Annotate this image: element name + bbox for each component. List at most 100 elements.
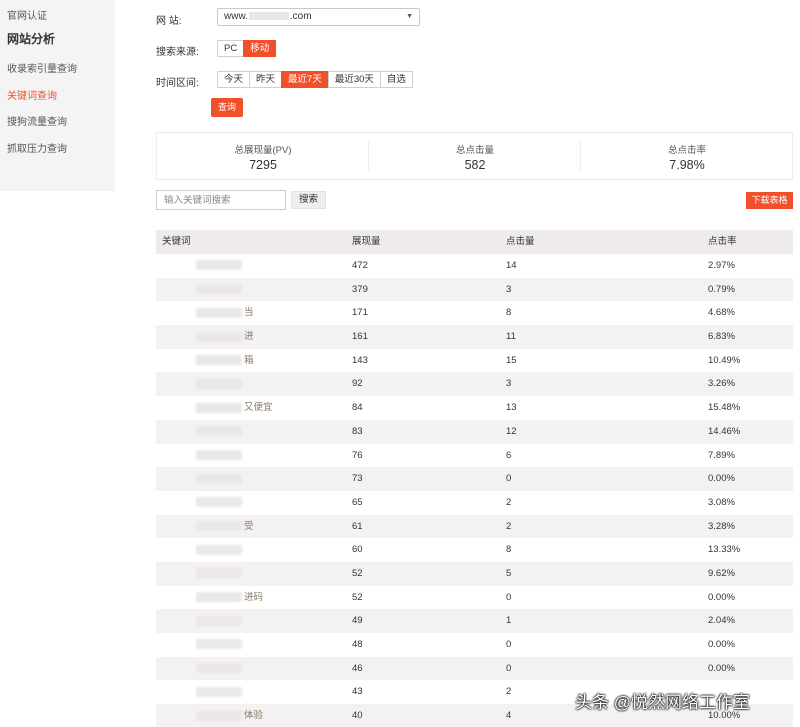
clicks-cell: 6 xyxy=(506,449,512,461)
stat-ctr-value: 7.98% xyxy=(669,158,705,172)
ctr-cell: 15.48% xyxy=(708,402,741,414)
keyword-cell[interactable]: 体验 xyxy=(196,704,263,727)
impressions-cell: 161 xyxy=(352,331,368,343)
keyword-redacted xyxy=(196,521,242,532)
impressions-cell: 46 xyxy=(352,662,363,674)
impressions-cell: 52 xyxy=(352,591,363,603)
keyword-redacted xyxy=(196,449,242,460)
clicks-cell: 2 xyxy=(506,520,512,532)
time-range-option-4[interactable]: 自选 xyxy=(379,71,413,88)
keyword-cell[interactable]: 受 xyxy=(196,515,254,539)
sidebar-item-crawl-pressure[interactable]: 抓取压力查询 xyxy=(7,140,67,155)
header-keyword[interactable]: 关键词 xyxy=(162,230,191,254)
keyword-cell[interactable] xyxy=(196,254,244,278)
keyword-redacted xyxy=(196,426,242,437)
table-row: 受 61 2 3.28% xyxy=(156,514,793,539)
keyword-cell[interactable] xyxy=(196,491,244,515)
keyword-cell[interactable] xyxy=(196,372,244,396)
keyword-cell[interactable]: 当 xyxy=(196,301,254,325)
site-select[interactable]: www. .com ▼ xyxy=(217,8,420,26)
clicks-cell: 14 xyxy=(506,260,517,271)
keyword-cell[interactable] xyxy=(196,538,244,562)
time-range-option-0[interactable]: 今天 xyxy=(217,71,251,88)
ctr-cell: 10.49% xyxy=(708,354,741,366)
keyword-cell[interactable] xyxy=(196,420,244,444)
keyword-cell[interactable] xyxy=(196,562,244,586)
table-row: 472 14 2.97% xyxy=(156,254,793,278)
keyword-cell[interactable]: 进码 xyxy=(196,586,263,610)
table-row: 进码 52 0 0.00% xyxy=(156,586,793,610)
stat-ctr-label: 总点击率 xyxy=(667,145,706,156)
source-option-0[interactable]: PC xyxy=(217,40,245,57)
keyword-cell[interactable] xyxy=(196,609,244,633)
keyword-redacted xyxy=(196,307,242,318)
keyword-redacted xyxy=(196,331,242,342)
keyword-search-input[interactable] xyxy=(156,190,286,210)
keyword-table: 关键词 展现量 点击量 点击率 472 14 2.97% 379 3 0.79% 当 171 8… xyxy=(156,230,793,727)
keyword-cell[interactable] xyxy=(196,444,244,468)
clicks-cell: 0 xyxy=(506,639,512,650)
query-button[interactable]: 查询 xyxy=(211,98,243,117)
stat-clicks-label: 总点击量 xyxy=(455,145,494,156)
time-range-option-3[interactable]: 最近30天 xyxy=(327,71,381,88)
sidebar-item-keyword-query[interactable]: 关键词查询 xyxy=(7,87,57,102)
impressions-cell: 92 xyxy=(352,378,363,390)
source-label: 搜索来源: xyxy=(156,47,199,58)
ctr-cell: 6.83% xyxy=(708,331,735,343)
table-row: 49 1 2.04% xyxy=(156,609,793,633)
clicks-cell: 0 xyxy=(506,662,512,674)
clicks-cell: 1 xyxy=(506,615,512,627)
time-range-toggle: 今天 昨天 最近7天 最近30天 自选 xyxy=(217,71,413,88)
keyword-redacted xyxy=(196,260,242,271)
stats-panel: 总展现量(PV) 7295 总点击量 582 总点击率 7.98% xyxy=(156,132,793,180)
time-label: 时间区间: xyxy=(156,78,199,89)
ctr-cell: 0.00% xyxy=(708,662,735,674)
download-table-button[interactable]: 下载表格 xyxy=(746,192,793,209)
sidebar-item-official-cert[interactable]: 官网认证 xyxy=(7,7,47,22)
keyword-cell[interactable] xyxy=(196,680,244,704)
time-range-option-2[interactable]: 最近7天 xyxy=(281,71,329,88)
ctr-cell: 7.89% xyxy=(708,449,735,461)
table-row: 46 0 0.00% xyxy=(156,656,793,681)
header-clicks[interactable]: 点击量 xyxy=(506,230,535,254)
sidebar-item-index-query[interactable]: 收录索引量查询 xyxy=(7,60,77,75)
clicks-cell: 3 xyxy=(506,378,512,390)
sidebar: 官网认证 网站分析 收录索引量查询 关键词查询 搜狗流量查询 抓取压力查询 xyxy=(0,0,115,191)
impressions-cell: 65 xyxy=(352,496,363,508)
ctr-cell: 3.28% xyxy=(708,520,735,532)
keyword-redacted xyxy=(196,402,242,413)
sidebar-item-sogou-traffic[interactable]: 搜狗流量查询 xyxy=(7,113,67,128)
keyword-cell[interactable]: 进 xyxy=(196,325,254,349)
impressions-cell: 40 xyxy=(352,710,363,722)
keyword-cell[interactable]: 又便宜 xyxy=(196,396,273,420)
header-ctr[interactable]: 点击率 xyxy=(708,230,737,254)
keyword-cell[interactable] xyxy=(196,278,244,302)
ctr-cell: 4.68% xyxy=(708,307,735,319)
table-row: 箱 143 15 10.49% xyxy=(156,349,793,373)
keyword-redacted xyxy=(196,473,242,484)
ctr-cell: 9.62% xyxy=(708,567,735,579)
ctr-cell: 2.97% xyxy=(708,260,735,271)
time-range-option-1[interactable]: 昨天 xyxy=(249,71,283,88)
clicks-cell: 2 xyxy=(506,686,512,698)
keyword-cell[interactable] xyxy=(196,467,244,491)
clicks-cell: 4 xyxy=(506,710,512,722)
table-row: 379 3 0.79% xyxy=(156,277,793,302)
search-button[interactable]: 搜索 xyxy=(291,191,326,209)
keyword-text: 当 xyxy=(244,307,254,319)
keyword-redacted xyxy=(196,544,242,555)
keyword-cell[interactable] xyxy=(196,633,244,657)
ctr-cell: 2.04% xyxy=(708,615,735,627)
table-header: 关键词 展现量 点击量 点击率 xyxy=(156,230,793,254)
table-row: 当 171 8 4.68% xyxy=(156,301,793,325)
keyword-cell[interactable] xyxy=(196,657,244,681)
clicks-cell: 15 xyxy=(506,354,517,366)
clicks-cell: 5 xyxy=(506,567,512,579)
table-row: 73 0 0.00% xyxy=(156,467,793,491)
clicks-cell: 0 xyxy=(506,591,512,603)
header-impressions[interactable]: 展现量 xyxy=(352,230,381,254)
keyword-cell[interactable]: 箱 xyxy=(196,349,254,373)
keyword-text: 受 xyxy=(244,520,254,532)
impressions-cell: 73 xyxy=(352,473,363,485)
source-option-1[interactable]: 移动 xyxy=(243,40,277,57)
